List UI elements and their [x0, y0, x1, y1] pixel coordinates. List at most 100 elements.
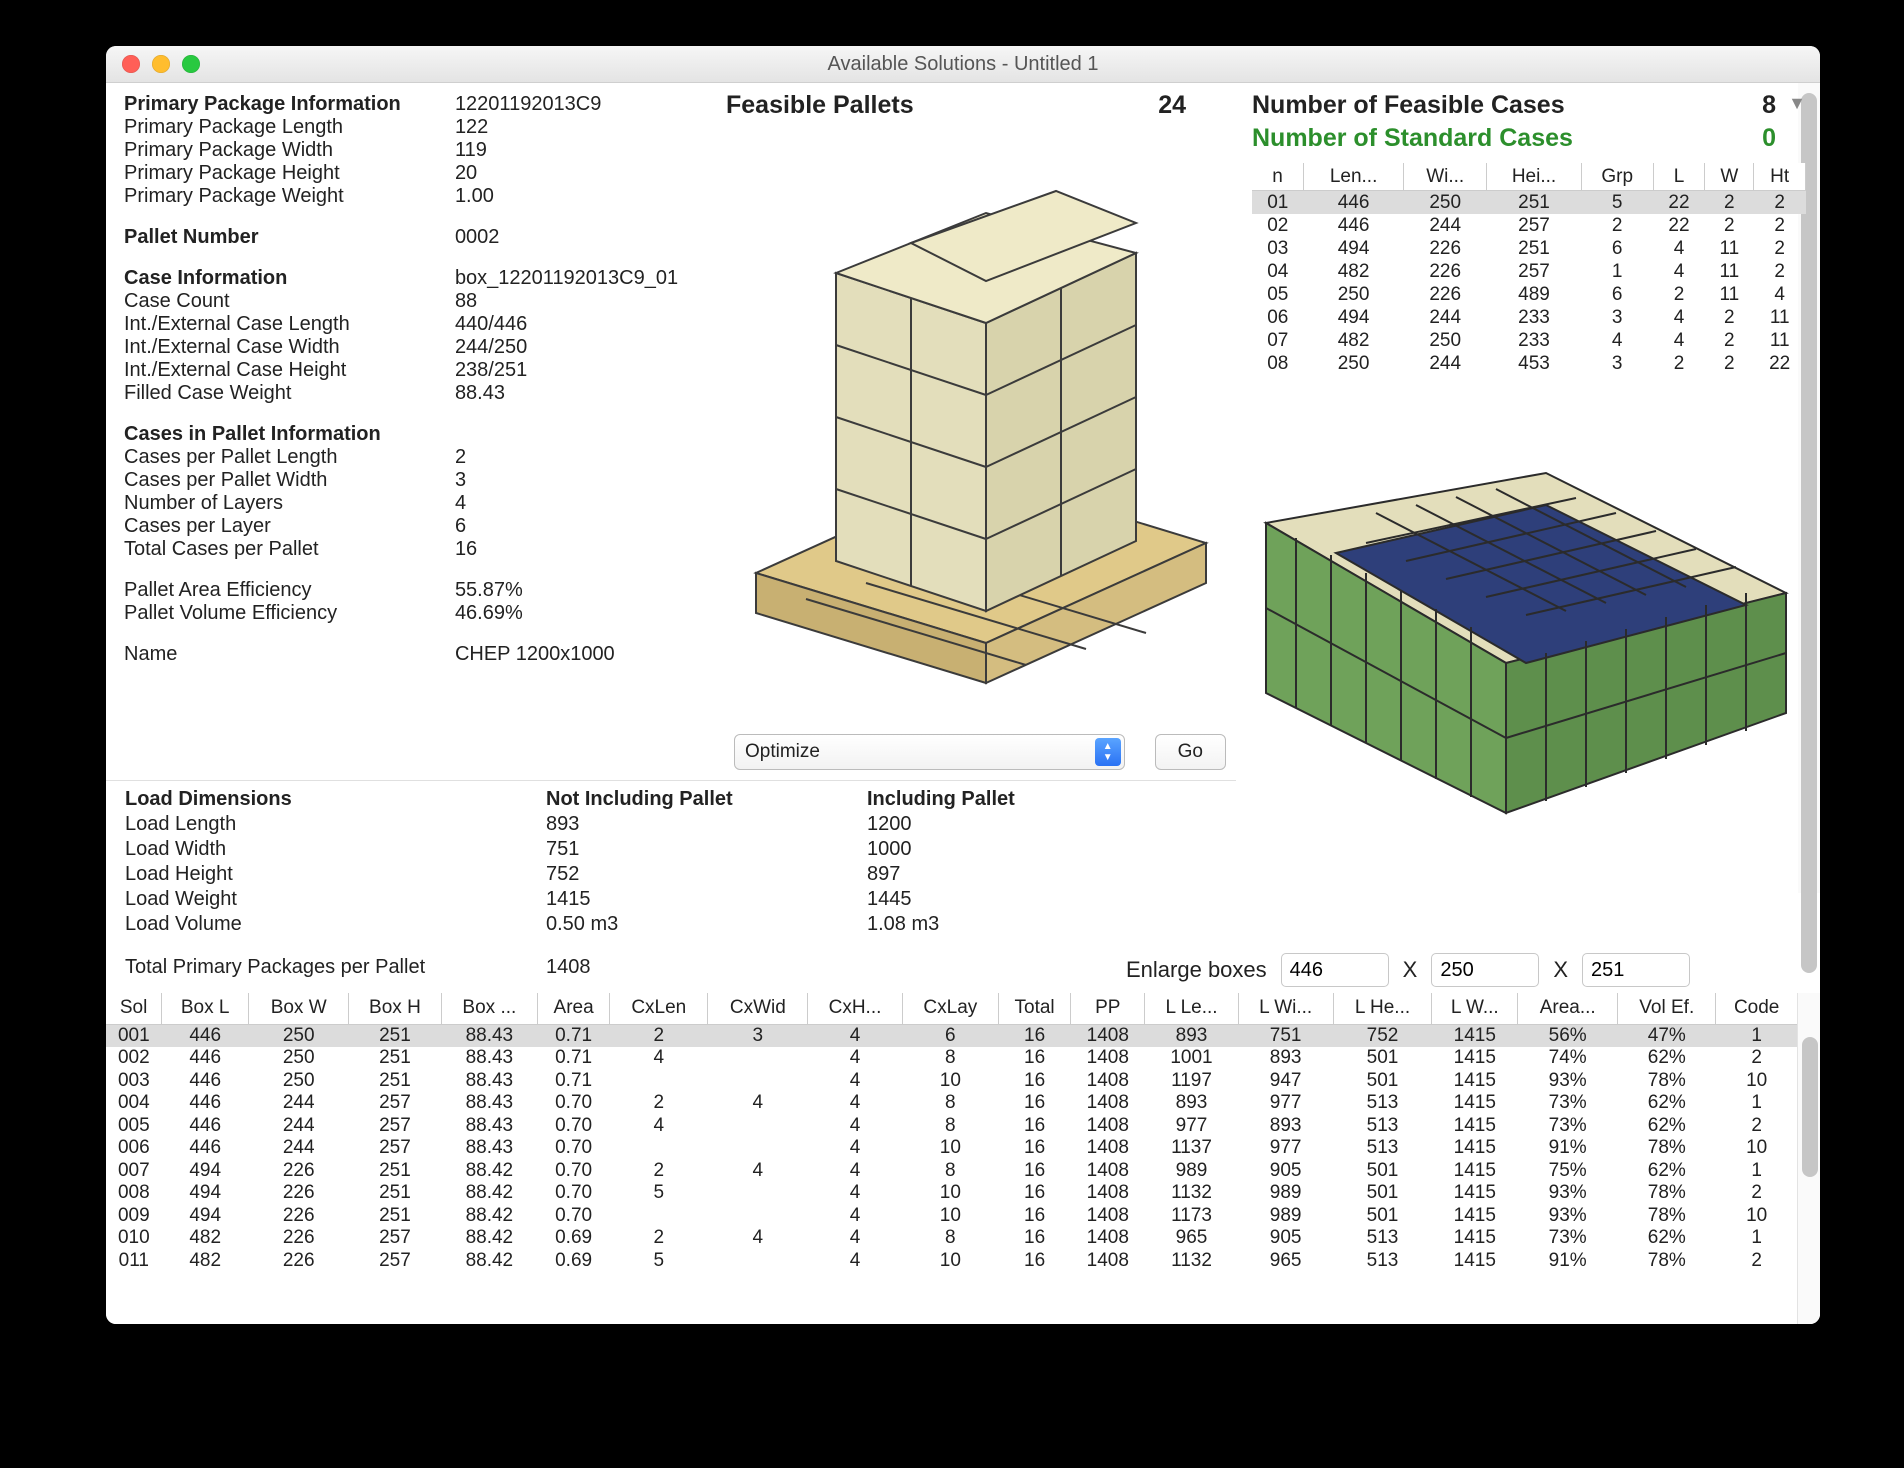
solutions-cell: 0.70: [538, 1205, 610, 1228]
optimize-select[interactable]: Optimize ▲▼: [734, 734, 1125, 770]
cases-column-header[interactable]: Wi...: [1404, 163, 1487, 191]
cases-table-row[interactable]: 0825024445332222: [1252, 352, 1806, 375]
cases-table-row[interactable]: 0144625025152222: [1252, 191, 1806, 215]
solutions-column-header[interactable]: Sol: [106, 993, 162, 1024]
solutions-cell: 1408: [1071, 1115, 1145, 1138]
solutions-column-header[interactable]: Vol Ef.: [1618, 993, 1716, 1024]
solutions-table-row[interactable]: 00644624425788.430.704101614081137977513…: [106, 1137, 1798, 1160]
enlarge-x-input[interactable]: [1281, 953, 1389, 987]
solutions-table-row[interactable]: 00444624425788.430.702448161408893977513…: [106, 1092, 1798, 1115]
cases-cell: 244: [1404, 306, 1487, 329]
solutions-cell: 1415: [1432, 1205, 1518, 1228]
go-button-label: Go: [1178, 741, 1203, 763]
solutions-cell: 0.71: [538, 1070, 610, 1093]
cases-table-row[interactable]: 0349422625164112: [1252, 237, 1806, 260]
cases-column-header[interactable]: L: [1653, 163, 1705, 191]
solutions-column-header[interactable]: CxLay: [902, 993, 998, 1024]
solutions-column-header[interactable]: Box L: [162, 993, 249, 1024]
solutions-cell: 2: [1716, 1182, 1798, 1205]
solutions-cell: 257: [349, 1250, 442, 1273]
solutions-cell: 16: [998, 1227, 1070, 1250]
solutions-cell: 251: [349, 1047, 442, 1070]
pve-label: Pallet Volume Efficiency: [124, 602, 455, 625]
solutions-table-row[interactable]: 00849422625188.420.705410161408113298950…: [106, 1182, 1798, 1205]
solutions-cell: 513: [1333, 1092, 1432, 1115]
go-button[interactable]: Go: [1155, 734, 1226, 770]
primary-code: 12201192013C9: [455, 93, 708, 116]
solutions-scroll-thumb[interactable]: [1802, 1037, 1818, 1177]
feasible-cases-value: 8: [1762, 91, 1776, 120]
solutions-table-row[interactable]: 00244625025188.430.714481614081001893501…: [106, 1047, 1798, 1070]
solutions-cell: 494: [162, 1205, 249, 1228]
solutions-table-row[interactable]: 00749422625188.420.702448161408989905501…: [106, 1160, 1798, 1183]
solutions-column-header[interactable]: L Wi...: [1238, 993, 1333, 1024]
cases-cell: 6: [1581, 237, 1653, 260]
cases-column-header[interactable]: Grp: [1581, 163, 1653, 191]
solutions-column-header[interactable]: Box H: [349, 993, 442, 1024]
enlarge-y-input[interactable]: [1431, 953, 1539, 987]
solutions-column-header[interactable]: Box W: [249, 993, 349, 1024]
solutions-cell: 977: [1238, 1092, 1333, 1115]
solutions-column-header[interactable]: CxH...: [808, 993, 902, 1024]
cases-column-header[interactable]: Hei...: [1487, 163, 1581, 191]
cases-cell: 2: [1705, 306, 1754, 329]
solutions-column-header[interactable]: PP: [1071, 993, 1145, 1024]
solutions-cell: 4: [808, 1227, 902, 1250]
solutions-cell: 16: [998, 1205, 1070, 1228]
solutions-cell: 226: [249, 1250, 349, 1273]
solutions-scrollbar[interactable]: [1797, 993, 1820, 1324]
solutions-column-header[interactable]: Total: [998, 993, 1070, 1024]
tcpp-value: 16: [455, 538, 708, 561]
solutions-column-header[interactable]: Code: [1716, 993, 1798, 1024]
cases-column-header[interactable]: W: [1705, 163, 1754, 191]
solutions-cell: 250: [249, 1070, 349, 1093]
solutions-cell: 002: [106, 1047, 162, 1070]
tcpp-label: Total Cases per Pallet: [124, 538, 455, 561]
enlarge-z-input[interactable]: [1582, 953, 1690, 987]
cases-table[interactable]: nLen...Wi...Hei...GrpLWHt 01446250251522…: [1252, 163, 1806, 375]
solutions-table[interactable]: SolBox LBox WBox HBox ...AreaCxLenCxWidC…: [106, 993, 1798, 1272]
solutions-column-header[interactable]: L He...: [1333, 993, 1432, 1024]
cpl-label: Cases per Pallet Length: [124, 446, 455, 469]
solutions-cell: 10: [902, 1250, 998, 1273]
solutions-cell: 1197: [1145, 1070, 1238, 1093]
solutions-cell: 1415: [1432, 1070, 1518, 1093]
solutions-column-header[interactable]: Area...: [1518, 993, 1618, 1024]
solutions-column-header[interactable]: L Le...: [1145, 993, 1238, 1024]
solutions-cell: 965: [1238, 1250, 1333, 1273]
solutions-cell: 93%: [1518, 1205, 1618, 1228]
solutions-table-row[interactable]: 01148222625788.420.695410161408113296551…: [106, 1250, 1798, 1273]
solutions-table-row[interactable]: 00344625025188.430.714101614081197947501…: [106, 1070, 1798, 1093]
cases-column-header[interactable]: Ht: [1754, 163, 1806, 191]
solutions-cell: 257: [349, 1115, 442, 1138]
cases-cell: 494: [1304, 306, 1404, 329]
solutions-cell: [708, 1250, 808, 1273]
solutions-cell: 1408: [1071, 1047, 1145, 1070]
solutions-column-header[interactable]: L W...: [1432, 993, 1518, 1024]
solutions-table-row[interactable]: 01048222625788.420.692448161408965905513…: [106, 1227, 1798, 1250]
cases-table-row[interactable]: 0525022648962114: [1252, 283, 1806, 306]
solutions-cell: 009: [106, 1205, 162, 1228]
solutions-cell: 88.42: [441, 1160, 537, 1183]
cases-column-header[interactable]: Len...: [1304, 163, 1404, 191]
solutions-column-header[interactable]: CxWid: [708, 993, 808, 1024]
solutions-cell: 4: [808, 1092, 902, 1115]
disclosure-icon[interactable]: ▼: [1788, 93, 1806, 114]
solutions-column-header[interactable]: Box ...: [441, 993, 537, 1024]
cases-column-header[interactable]: n: [1252, 163, 1304, 191]
cases-table-row[interactable]: 0244624425722222: [1252, 214, 1806, 237]
cases-table-row[interactable]: 0649424423334211: [1252, 306, 1806, 329]
solutions-cell: [708, 1047, 808, 1070]
solutions-cell: 989: [1238, 1182, 1333, 1205]
solutions-cell: 56%: [1518, 1024, 1618, 1047]
cases-table-row[interactable]: 0448222625714112: [1252, 260, 1806, 283]
solutions-column-header[interactable]: CxLen: [610, 993, 708, 1024]
solutions-table-row[interactable]: 00544624425788.430.704481614089778935131…: [106, 1115, 1798, 1138]
solutions-column-header[interactable]: Area: [538, 993, 610, 1024]
nol-value: 4: [455, 492, 708, 515]
solutions-cell: 513: [1333, 1227, 1432, 1250]
solutions-table-row[interactable]: 00144625025188.430.712346161408893751752…: [106, 1024, 1798, 1047]
solutions-table-row[interactable]: 00949422625188.420.704101614081173989501…: [106, 1205, 1798, 1228]
solutions-cell: 88.43: [441, 1115, 537, 1138]
cases-table-row[interactable]: 0748225023344211: [1252, 329, 1806, 352]
